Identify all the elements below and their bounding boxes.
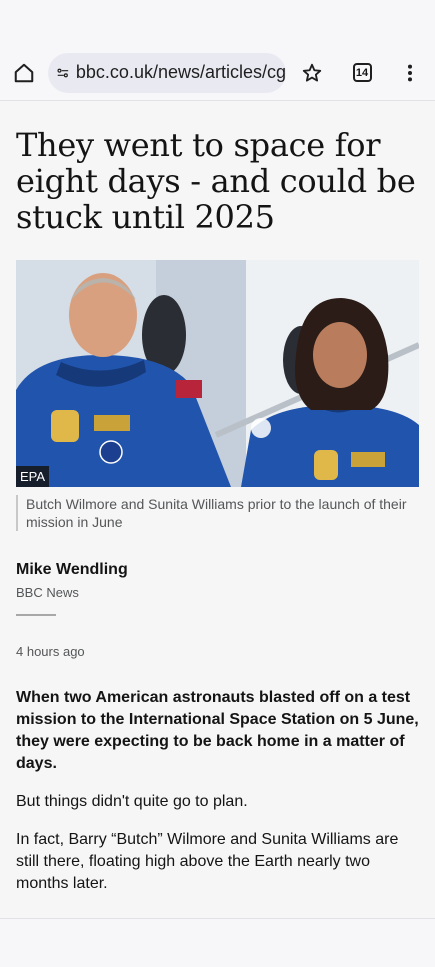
- page-content: They went to space for eight days - and …: [0, 101, 435, 918]
- home-button[interactable]: [0, 49, 48, 97]
- url-text[interactable]: bbc.co.uk/news/articles/cg: [76, 62, 286, 83]
- astronauts-photo: [16, 260, 419, 487]
- bottom-navigation-bar: [0, 918, 435, 967]
- site-settings-icon[interactable]: [56, 63, 70, 83]
- browser-toolbar: bbc.co.uk/news/articles/cg 14: [0, 45, 435, 101]
- hero-image: EPA: [16, 260, 419, 487]
- more-vert-icon: [407, 64, 413, 81]
- article-lead: When two American astronauts blasted off…: [16, 689, 419, 772]
- image-caption: Butch Wilmore and Sunita Williams prior …: [16, 495, 419, 531]
- star-icon: [302, 63, 322, 82]
- author-name[interactable]: Mike Wendling: [16, 561, 419, 579]
- address-bar[interactable]: bbc.co.uk/news/articles/cg: [48, 52, 286, 93]
- bookmark-button[interactable]: [288, 49, 336, 97]
- article-paragraph: In fact, Barry “Butch” Wilmore and Sunit…: [16, 831, 399, 892]
- home-icon: [14, 63, 34, 82]
- image-credit: EPA: [16, 466, 50, 487]
- article-paragraph: But things didn't quite go to plan.: [16, 793, 248, 810]
- article-headline: They went to space for eight days - and …: [16, 126, 416, 236]
- author-publisher: BBC News: [16, 585, 79, 600]
- menu-button[interactable]: [386, 49, 434, 97]
- byline-divider: [16, 614, 56, 616]
- publish-time: 4 hours ago: [16, 644, 85, 659]
- tabs-icon: 14: [352, 63, 372, 82]
- tab-switcher-button[interactable]: 14: [338, 49, 386, 97]
- status-bar: [0, 0, 435, 45]
